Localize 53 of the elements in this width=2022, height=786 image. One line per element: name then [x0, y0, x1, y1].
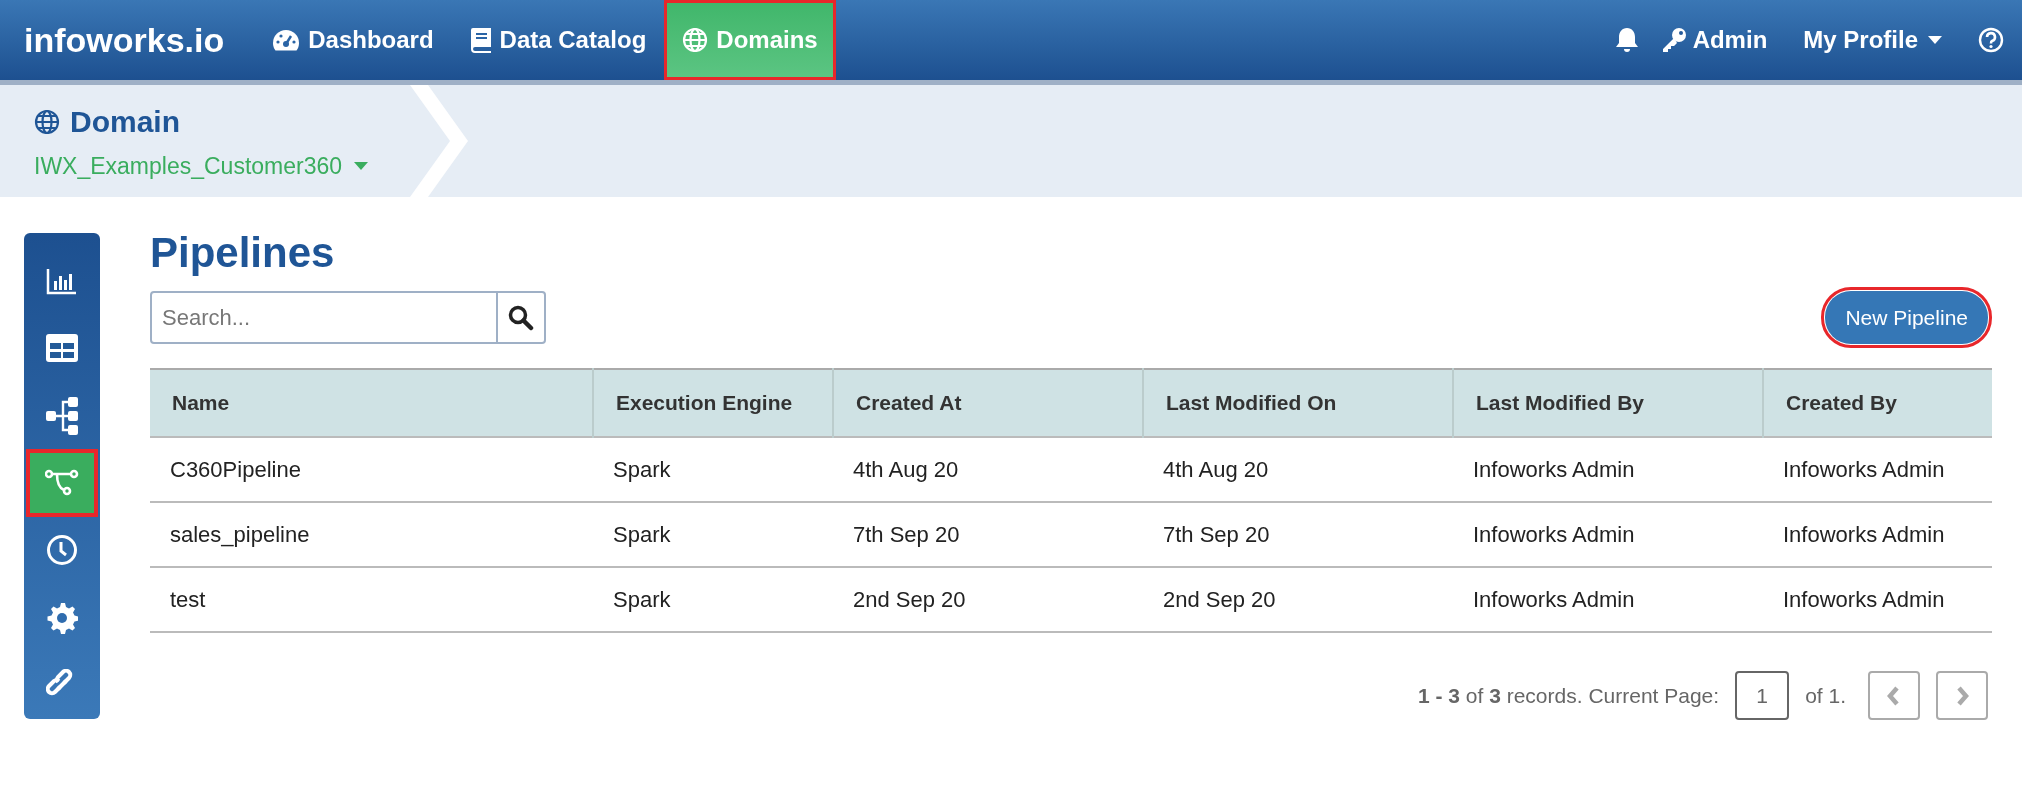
- table-cell: 4th Aug 20: [1143, 437, 1453, 502]
- table-cell: Infoworks Admin: [1453, 567, 1763, 632]
- breadcrumb-title: Domain: [70, 104, 180, 140]
- column-header[interactable]: Created By: [1763, 369, 1992, 437]
- column-header[interactable]: Last Modified By: [1453, 369, 1763, 437]
- hierarchy-icon: [46, 396, 78, 435]
- admin-link[interactable]: Admin: [1660, 22, 1768, 58]
- column-header[interactable]: Last Modified On: [1143, 369, 1453, 437]
- search-icon: [508, 304, 534, 331]
- table-cell: sales_pipeline: [150, 502, 593, 567]
- page-title: Pipelines: [150, 228, 336, 278]
- table-cell: C360Pipeline: [150, 437, 593, 502]
- nav-tab[interactable]: Dashboard: [254, 0, 452, 80]
- table-cell: 2nd Sep 20: [1143, 567, 1453, 632]
- pagination-summary: 1 - 3 of 3 records. Current Page:: [1417, 682, 1720, 709]
- table-cell: 2nd Sep 20: [833, 567, 1143, 632]
- table-cell: Infoworks Admin: [1763, 437, 1992, 502]
- logo: infoworks.io: [24, 19, 225, 61]
- table-cell: Spark: [593, 502, 833, 567]
- table-icon: [46, 334, 78, 363]
- table-cell: 7th Sep 20: [1143, 502, 1453, 567]
- help-icon[interactable]: [1978, 27, 2004, 53]
- table-cell: Spark: [593, 437, 833, 502]
- search-field[interactable]: Search...: [150, 291, 498, 344]
- caret-icon: [1928, 36, 1942, 44]
- bell-icon[interactable]: [1614, 26, 1639, 54]
- globe-icon: [682, 27, 709, 53]
- table-cell: Infoworks Admin: [1763, 567, 1992, 632]
- table-cell: 4th Aug 20: [833, 437, 1143, 502]
- table-cell: Infoworks Admin: [1453, 502, 1763, 567]
- table-cell: Spark: [593, 567, 833, 632]
- settings-icon: [46, 601, 78, 634]
- gauge-icon: [272, 28, 301, 52]
- nav-tab[interactable]: Data Catalog: [451, 0, 665, 80]
- book-icon: [469, 27, 492, 53]
- caret-icon: [354, 162, 369, 171]
- page-input[interactable]: 1: [1735, 671, 1790, 720]
- search-button[interactable]: [498, 291, 546, 344]
- table-cell: Infoworks Admin: [1453, 437, 1763, 502]
- clock-icon: [46, 534, 78, 567]
- table-cell: 7th Sep 20: [833, 502, 1143, 567]
- branch-icon: [45, 468, 79, 497]
- profile-menu[interactable]: My Profile: [1803, 22, 1942, 58]
- sidebar-item[interactable]: [26, 449, 98, 517]
- column-header[interactable]: Execution Engine: [593, 369, 833, 437]
- column-header[interactable]: Created At: [833, 369, 1143, 437]
- globe-icon: [34, 108, 60, 135]
- table-cell: Infoworks Admin: [1763, 502, 1992, 567]
- key-icon: [1660, 27, 1687, 53]
- bar-chart-icon: [46, 266, 78, 295]
- table-cell: test: [150, 567, 593, 632]
- column-header[interactable]: Name: [150, 369, 593, 437]
- page-total: of 1.: [1805, 682, 1846, 709]
